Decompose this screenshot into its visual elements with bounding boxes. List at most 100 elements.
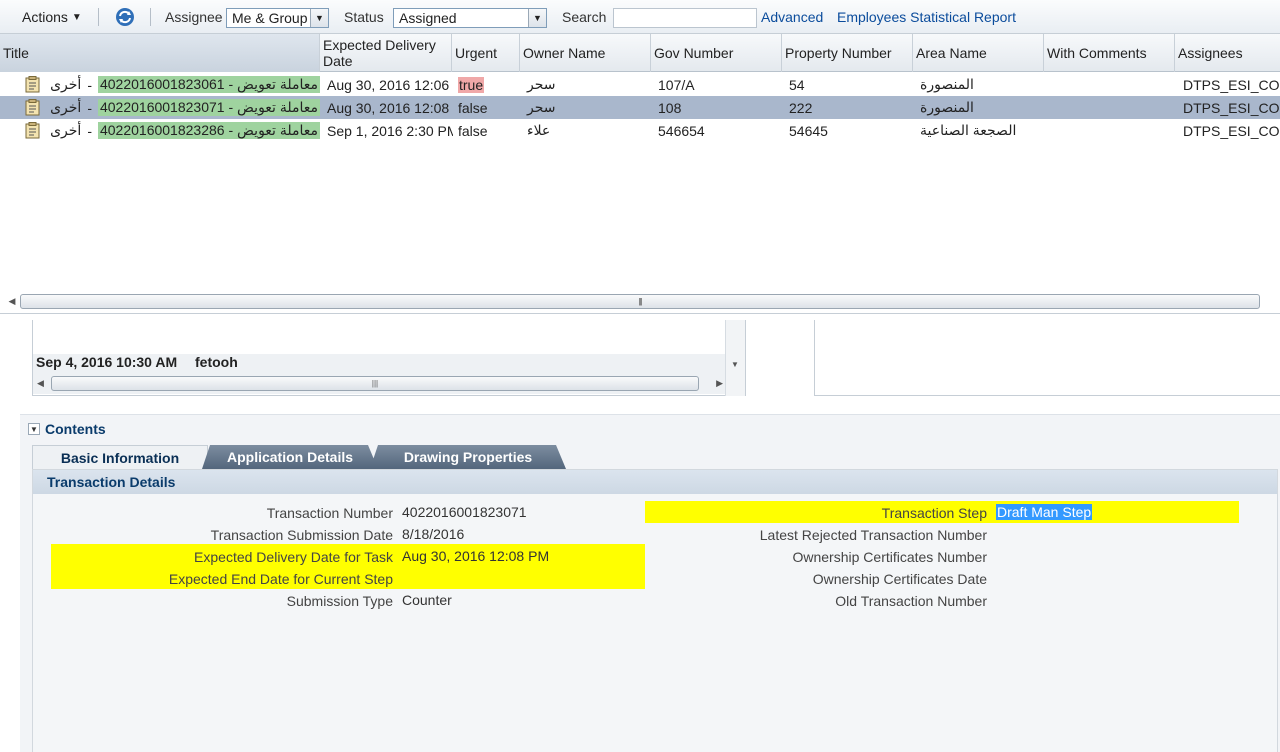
row-title-dash: - [87, 99, 92, 116]
row-urgent: false [458, 99, 488, 116]
row-gov-number: 546654 [658, 122, 705, 139]
refresh-icon[interactable] [114, 6, 136, 28]
ownership-certificates-date-label: Ownership Certificates Date [812, 571, 987, 587]
table-row[interactable]: أخرى - 4022016001823286 - معاملة تعويض S… [0, 119, 1280, 142]
page-gutter [0, 314, 20, 752]
scroll-down-icon[interactable]: ▼ [731, 360, 739, 369]
ownership-certificates-number-label: Ownership Certificates Number [792, 549, 987, 565]
row-expected-date: Aug 30, 2016 12:06 [327, 76, 450, 93]
history-date: Sep 4, 2016 10:30 AM [36, 354, 178, 370]
actions-menu-button[interactable]: Actions ▼ [8, 0, 96, 34]
row-property-number: 222 [789, 99, 813, 116]
caret-down-icon: ▼ [71, 11, 82, 23]
dropdown-arrow-icon[interactable]: ▼ [528, 9, 546, 27]
scroll-left-icon[interactable]: ◀ [4, 296, 20, 307]
expected-delivery-date-value: Aug 30, 2016 12:08 PM [402, 548, 550, 564]
column-header-title[interactable]: Title [0, 34, 320, 72]
column-header-owner-name[interactable]: Owner Name [520, 34, 651, 72]
row-title-other: أخرى [50, 122, 82, 138]
row-gov-number: 108 [658, 99, 682, 116]
collapse-chevron-icon[interactable]: ▼ [28, 423, 40, 435]
transaction-number-label: Transaction Number [266, 505, 393, 521]
row-gov-number: 107/A [658, 76, 695, 93]
submission-date-label: Transaction Submission Date [210, 527, 393, 543]
row-expected-date: Aug 30, 2016 12:08 [327, 99, 450, 116]
submission-type-label: Submission Type [286, 593, 393, 609]
column-header-expected-delivery[interactable]: Expected Delivery Date [320, 34, 452, 72]
row-assignees: DTPS_ESI_COM [1183, 99, 1280, 116]
table-horizontal-scrollbar[interactable]: ◀ ||| [4, 292, 1276, 310]
column-header-area-name[interactable]: Area Name [913, 34, 1044, 72]
status-select[interactable]: Assigned ▼ [393, 8, 547, 28]
tab-drawing-properties[interactable]: Drawing Properties [370, 445, 566, 469]
row-title[interactable]: أخرى - 4022016001823071 - معاملة تعويض [44, 96, 320, 119]
side-panel [814, 320, 1280, 396]
assignee-label: Assignee [165, 9, 223, 25]
column-header-property-number[interactable]: Property Number [782, 34, 913, 72]
history-horizontal-scrollbar[interactable]: ◀ ||| ▶ [37, 374, 723, 392]
search-input[interactable] [613, 8, 757, 28]
contents-header[interactable]: ▼ Contents [28, 421, 106, 437]
transaction-details-title: Transaction Details [33, 470, 1277, 494]
actions-label: Actions [22, 9, 68, 25]
task-list-app: Actions ▼ Assignee Me & Group ▼ Status A… [0, 0, 1280, 752]
task-document-icon [25, 122, 40, 139]
table-row[interactable]: أخرى - 4022016001823061 - معاملة تعويض A… [0, 73, 1280, 96]
task-document-icon [25, 76, 40, 93]
old-transaction-number-label: Old Transaction Number [835, 593, 987, 609]
row-owner-name: علاء [527, 122, 551, 138]
table-header: Title Expected Delivery Date Urgent Owne… [0, 34, 1280, 72]
contents-tabs: Basic Information Application Details Dr… [32, 443, 1280, 469]
row-with-comments [1047, 119, 1175, 142]
row-title[interactable]: أخرى - 4022016001823286 - معاملة تعويض [44, 119, 320, 142]
row-property-number: 54645 [789, 122, 828, 139]
history-vertical-scrollbar[interactable]: ▼ [725, 320, 745, 396]
column-header-with-comments[interactable]: With Comments [1044, 34, 1175, 72]
status-label: Status [344, 9, 384, 25]
contents-title: Contents [45, 421, 106, 437]
scroll-right-icon[interactable]: ▶ [699, 378, 723, 389]
row-assignees: DTPS_ESI_COM [1183, 76, 1280, 93]
row-assignees: DTPS_ESI_COM [1183, 122, 1280, 139]
row-area-name: الصجعة الصناعية [920, 122, 1017, 138]
submission-date-value: 8/18/2016 [402, 526, 465, 542]
contents-section: ▼ Contents Basic Information Application… [20, 414, 1280, 752]
advanced-search-link[interactable]: Advanced [761, 0, 823, 34]
row-with-comments [1047, 96, 1175, 119]
urgent-flag: true [458, 76, 485, 93]
expected-end-date-label: Expected End Date for Current Step [168, 571, 393, 587]
tab-basic-information[interactable]: Basic Information [32, 445, 208, 469]
status-select-value: Assigned [399, 10, 457, 26]
toolbar: Actions ▼ Assignee Me & Group ▼ Status A… [0, 0, 1280, 34]
tab-application-details[interactable]: Application Details [202, 445, 378, 469]
employees-report-link[interactable]: Employees Statistical Report [837, 0, 1016, 34]
assignee-select[interactable]: Me & Group ▼ [226, 8, 329, 28]
row-area-name: المنصورة [920, 99, 974, 115]
row-title-dash: - [87, 76, 92, 93]
row-title-transaction: 4022016001823286 - معاملة تعويض [97, 122, 320, 139]
dropdown-arrow-icon[interactable]: ▼ [310, 9, 328, 27]
table-row-selected[interactable]: أخرى - 4022016001823071 - معاملة تعويض A… [0, 96, 1280, 119]
column-header-urgent[interactable]: Urgent [452, 34, 520, 72]
row-title-other: أخرى [50, 99, 82, 115]
row-with-comments [1047, 73, 1175, 96]
row-title-other: أخرى [50, 76, 82, 92]
row-urgent: true [454, 73, 520, 96]
scrollbar-thumb[interactable]: ||| [20, 293, 1260, 309]
expected-delivery-date-label: Expected Delivery Date for Task [194, 549, 393, 565]
column-header-gov-number[interactable]: Gov Number [651, 34, 782, 72]
row-title-dash: - [87, 122, 92, 139]
row-property-number: 54 [789, 76, 805, 93]
history-user: fetooh [195, 354, 238, 370]
scroll-left-icon[interactable]: ◀ [37, 378, 51, 389]
task-table: Title Expected Delivery Date Urgent Owne… [0, 34, 1280, 314]
basic-information-panel: Transaction Details Transaction Number 4… [32, 469, 1278, 752]
history-entry: Sep 4, 2016 10:30 AM fetooh [36, 354, 238, 370]
row-title[interactable]: أخرى - 4022016001823061 - معاملة تعويض [44, 73, 320, 96]
transaction-step-label: Transaction Step [881, 505, 987, 521]
transaction-step-value[interactable]: Draft Man Step [996, 504, 1093, 520]
row-title-transaction: 4022016001823061 - معاملة تعويض [97, 76, 320, 93]
assignee-select-value: Me & Group [232, 10, 308, 26]
scrollbar-thumb[interactable]: ||| [51, 375, 699, 391]
column-header-assignees[interactable]: Assignees [1175, 34, 1280, 72]
